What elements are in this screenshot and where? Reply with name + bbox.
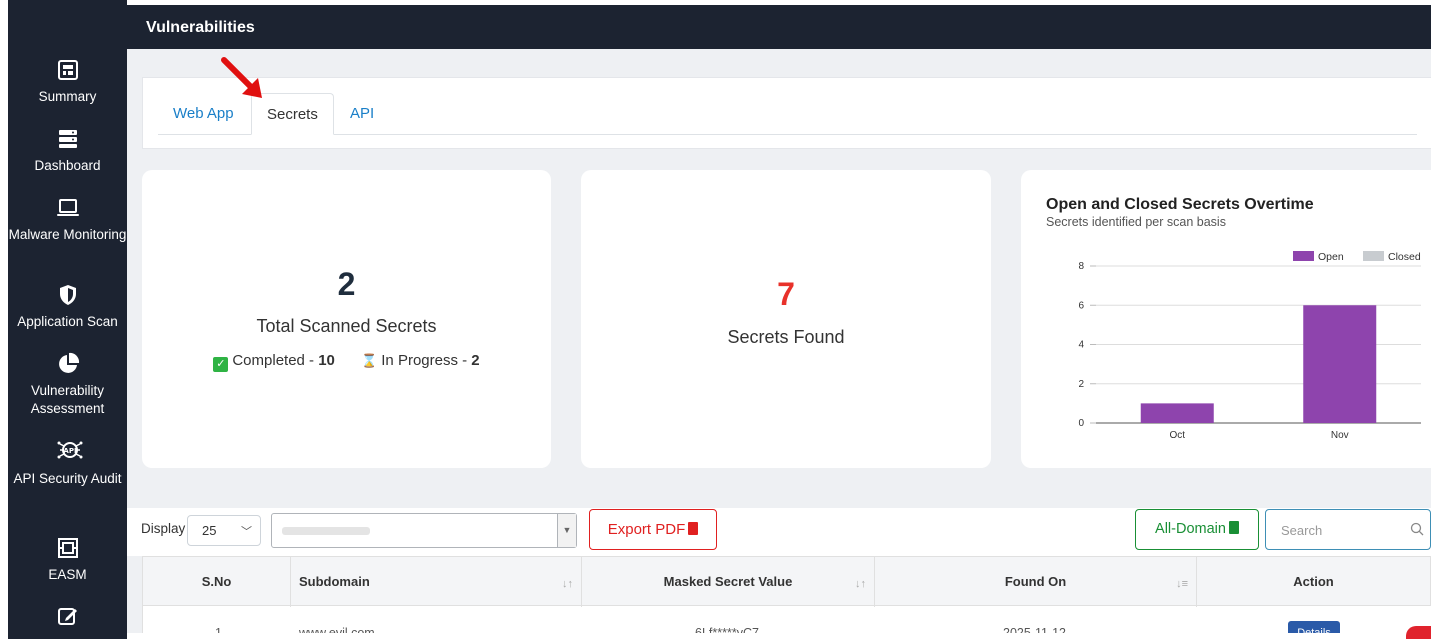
sidebar-item-dashboard[interactable]: Dashboard [8, 127, 127, 175]
all-domain-label: All-Domain [1155, 521, 1226, 537]
svg-text:API: API [63, 447, 76, 455]
in-progress-label: In Progress - [381, 352, 472, 369]
chevron-down-icon: ﹀ [241, 526, 252, 538]
redacted-domain [282, 527, 370, 535]
floating-help-widget[interactable] [1406, 626, 1431, 639]
column-header-subdomain[interactable]: Subdomain ↓↑ [291, 557, 582, 607]
red-arrow-annotation [221, 57, 262, 98]
sidebar-item-label: API Security Audit [13, 471, 122, 486]
api-chip-icon: API [56, 440, 82, 464]
domain-select[interactable]: ▼ [271, 513, 577, 548]
sidebar-item-vulnerability-assessment[interactable]: Vulnerability Assessment [8, 352, 127, 418]
table-controls: Display 25 ﹀ ▼ Export PDF All-Domain Sea… [127, 508, 1431, 556]
legend-label: Closed [1388, 251, 1421, 263]
sidebar-item-label: Vulnerability Assessment [30, 383, 105, 416]
bar-open [1303, 305, 1377, 423]
summary-icon [56, 58, 80, 82]
total-scanned-label: Total Scanned Secrets [256, 316, 437, 336]
edit-icon [56, 604, 80, 628]
tab-api[interactable]: API [335, 93, 389, 135]
total-scanned-card: 2 Total Scanned Secrets ✓ Completed - 10 … [142, 170, 551, 468]
sidebar-item-label: Application Scan [17, 314, 118, 329]
excel-file-icon [1228, 521, 1239, 534]
y-tick-label: 6 [1078, 300, 1084, 311]
chart-title: Open and Closed Secrets Overtime [1046, 196, 1314, 213]
page-title: Vulnerabilities [146, 19, 255, 36]
sort-icon: ↓↑ [855, 578, 866, 590]
sidebar-item-label: EASM [48, 567, 87, 582]
secrets-table: S.No Subdomain ↓↑ Masked Secret Value ↓↑ F… [142, 556, 1431, 639]
table-header: S.No Subdomain ↓↑ Masked Secret Value ↓↑ F… [142, 556, 1431, 607]
sidebar-item-label: Malware Monitoring [8, 227, 127, 242]
y-tick-label: 4 [1078, 340, 1084, 351]
secrets-found-value: 7 [777, 276, 795, 312]
page-size-value: 25 [202, 523, 217, 538]
sidebar-item-edit[interactable] [8, 604, 127, 634]
secrets-found-card: 7 Secrets Found [581, 170, 991, 468]
tabs-panel: Web App Secrets API [142, 77, 1431, 149]
sort-desc-icon: ↓≡ [1176, 578, 1188, 590]
chart-subtitle: Secrets identified per scan basis [1046, 215, 1226, 229]
total-scanned-value: 2 [337, 266, 356, 302]
sidebar: Summary Dashboard Malware Monitoring App… [8, 0, 127, 639]
completed-label: Completed - [232, 352, 319, 369]
page-size-select[interactable]: 25 ﹀ [187, 515, 261, 546]
check-icon: ✓ [213, 357, 229, 372]
secrets-found-label: Secrets Found [727, 327, 845, 347]
export-pdf-label: Export PDF [607, 521, 686, 538]
scan-status-row: ✓ Completed - 10 ⌛ In Progress - 2 [142, 352, 551, 372]
sidebar-item-summary[interactable]: Summary [8, 58, 127, 106]
search-input[interactable]: Search [1265, 509, 1431, 550]
hourglass-icon: ⌛ [361, 353, 378, 368]
easm-icon [56, 536, 80, 560]
x-tick-label: Nov [1331, 430, 1349, 440]
column-header-masked-secret[interactable]: Masked Secret Value ↓↑ [582, 557, 875, 607]
column-header-action: Action [1293, 574, 1334, 589]
y-tick-label: 2 [1078, 379, 1084, 390]
display-label: Display [141, 521, 186, 536]
pie-chart-icon [56, 352, 80, 376]
sidebar-item-api-security-audit[interactable]: API API Security Audit [8, 440, 127, 488]
secrets-chart-card: Open and Closed Secrets Overtime Secrets… [1021, 170, 1431, 468]
legend-label: Open [1318, 251, 1344, 263]
legend-swatch [1363, 251, 1384, 261]
dropdown-arrow-icon: ▼ [557, 514, 576, 547]
bar-open [1140, 403, 1214, 423]
sidebar-item-easm[interactable]: EASM [8, 536, 127, 584]
search-placeholder: Search [1281, 523, 1323, 538]
search-icon [1410, 522, 1424, 536]
legend-swatch [1293, 251, 1314, 261]
sidebar-item-label: Summary [38, 89, 97, 104]
y-tick-label: 0 [1078, 418, 1084, 429]
top-header: Vulnerabilities [127, 5, 1431, 49]
completed-count: 10 [318, 352, 335, 369]
sidebar-item-application-scan[interactable]: Application Scan [8, 283, 127, 331]
in-progress-count: 2 [471, 352, 480, 369]
export-pdf-button[interactable]: Export PDF [589, 509, 717, 550]
pdf-file-icon [688, 522, 699, 535]
bar-chart: 0 2 4 6 8 Oct Nov Open Closed [1078, 251, 1421, 440]
y-tick-label: 8 [1078, 261, 1084, 272]
sidebar-item-malware-monitoring[interactable]: Malware Monitoring [8, 196, 127, 244]
all-domain-button[interactable]: All-Domain [1135, 509, 1259, 550]
viewport-bottom-edge [127, 633, 1431, 639]
laptop-icon [56, 196, 80, 220]
sidebar-item-label: Dashboard [34, 158, 101, 173]
dashboard-icon [56, 127, 80, 151]
column-header-found-on[interactable]: Found On ↓≡ [875, 557, 1197, 607]
shield-icon [56, 283, 80, 307]
x-tick-label: Oct [1169, 430, 1185, 440]
column-header-sno[interactable]: S.No [143, 557, 291, 607]
window-left-edge [0, 0, 8, 639]
sort-icon: ↓↑ [562, 578, 573, 590]
